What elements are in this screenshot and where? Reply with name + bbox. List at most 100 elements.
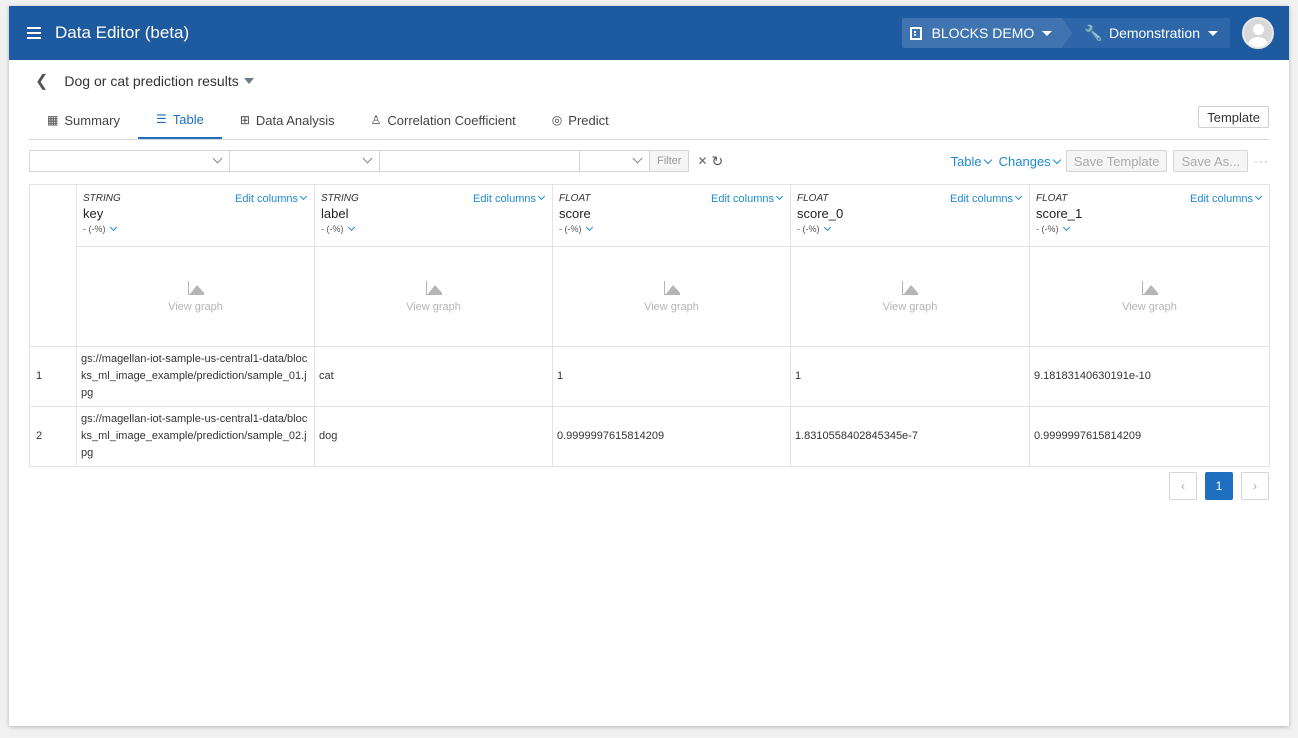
null-pct: - (-%) (1036, 224, 1059, 234)
view-graph-label: View graph (406, 300, 461, 313)
cell-label[interactable]: cat (314, 346, 553, 407)
tab-summary[interactable]: ▦ Summary (29, 101, 138, 139)
view-graph-cell[interactable]: View graph (790, 246, 1030, 347)
chevron-down-icon (632, 153, 643, 164)
next-page-button[interactable]: › (1241, 472, 1269, 500)
null-pct-dropdown[interactable]: - (-%) (83, 223, 308, 234)
column-name: score (559, 206, 591, 221)
edit-columns-link[interactable]: Edit columns (711, 192, 784, 205)
edit-columns-label: Edit columns (950, 193, 1013, 205)
view-graph-cell[interactable]: View graph (314, 246, 553, 347)
cell-score[interactable]: 0.9999997615814209 (552, 406, 791, 467)
project-selector-button[interactable]: 🔧 Demonstration (1062, 18, 1230, 48)
filter-button[interactable]: Filter (649, 150, 690, 172)
chevron-down-icon (823, 223, 831, 232)
clear-filter-icon[interactable]: ✕ (697, 154, 707, 168)
edit-columns-link[interactable]: Edit columns (473, 192, 546, 205)
chevron-down-icon (347, 223, 355, 232)
condition-select[interactable] (579, 150, 649, 172)
wrench-icon: 🔧 (1084, 25, 1103, 42)
view-graph-cell[interactable]: View graph (1029, 246, 1270, 347)
area-chart-icon (663, 280, 680, 295)
save-as-button[interactable]: Save As... (1173, 150, 1248, 172)
operator-select[interactable] (229, 150, 379, 172)
table-row: 1 gs://magellan-iot-sample-us-central1-d… (29, 346, 1270, 407)
edit-columns-link[interactable]: Edit columns (235, 192, 308, 205)
chevron-down-icon (1254, 192, 1263, 201)
null-pct-dropdown[interactable]: - (-%) (321, 223, 546, 234)
cell-score-0[interactable]: 1.8310558402845345e-7 (790, 406, 1030, 467)
column-header: FLOAT score - (-%) Edit columns (552, 184, 791, 247)
template-button[interactable]: Template (1198, 106, 1269, 128)
cell-score-1[interactable]: 9.18183140630191e-10 (1029, 346, 1270, 407)
org-selector-button[interactable]: BLOCKS DEMO (901, 18, 1072, 48)
building-icon (909, 26, 922, 40)
dataset-title[interactable]: Dog or cat prediction results (64, 73, 238, 89)
view-graph-label: View graph (1122, 300, 1177, 313)
filter-value-input[interactable] (379, 150, 579, 172)
cell-label[interactable]: dog (314, 406, 553, 467)
chevron-down-icon (537, 192, 546, 201)
row-index: 2 (29, 406, 77, 467)
view-graph-label: View graph (168, 300, 223, 313)
column-name: key (83, 206, 104, 221)
tab-table[interactable]: ☰ Table (137, 101, 222, 139)
dataset-dropdown-icon[interactable] (243, 78, 254, 84)
chevron-down-icon (585, 223, 593, 232)
view-graph-label: View graph (644, 300, 699, 313)
prev-page-button[interactable]: ‹ (1169, 472, 1197, 500)
save-template-button[interactable]: Save Template (1065, 150, 1168, 172)
table-icon: ☰ (155, 112, 167, 126)
tab-label: Table (172, 111, 204, 127)
more-options-icon[interactable]: ··· (1254, 154, 1269, 168)
cell-key[interactable]: gs://magellan-iot-sample-us-central1-dat… (76, 346, 315, 407)
column-header: FLOAT score_0 - (-%) Edit columns (790, 184, 1030, 247)
chevron-down-icon (775, 192, 784, 201)
tab-data-analysis[interactable]: ⊞ Data Analysis (222, 101, 353, 139)
cell-score[interactable]: 1 (552, 346, 791, 407)
chevron-down-icon (299, 192, 308, 201)
cell-score-1[interactable]: 0.9999997615814209 (1029, 406, 1270, 467)
app-window: Data Editor (beta) BLOCKS DEMO 🔧 Demonst… (9, 6, 1289, 726)
edit-columns-link[interactable]: Edit columns (950, 192, 1023, 205)
view-graph-cell[interactable]: View graph (552, 246, 791, 347)
caret-down-icon (1208, 30, 1218, 36)
changes-dropdown[interactable]: Changes (998, 153, 1061, 169)
page-1-button[interactable]: 1 (1205, 472, 1233, 500)
data-table: STRING key - (-%) Edit columns STRING la… (29, 184, 1270, 467)
project-label: Demonstration (1108, 25, 1200, 41)
null-pct-dropdown[interactable]: - (-%) (559, 223, 784, 234)
cell-key[interactable]: gs://magellan-iot-sample-us-central1-dat… (76, 406, 315, 467)
column-header: FLOAT score_1 - (-%) Edit columns (1029, 184, 1270, 247)
null-pct: - (-%) (321, 224, 344, 234)
edit-columns-label: Edit columns (473, 193, 536, 205)
edit-columns-label: Edit columns (235, 193, 298, 205)
index-header (29, 184, 77, 347)
chevron-down-icon (212, 153, 223, 164)
app-title: Data Editor (beta) (55, 23, 190, 42)
tab-predict[interactable]: ◎ Predict (534, 101, 627, 139)
null-pct-dropdown[interactable]: - (-%) (797, 223, 1023, 234)
back-arrow-icon[interactable]: ❮ (35, 71, 48, 91)
edit-columns-label: Edit columns (1190, 193, 1253, 205)
null-pct-dropdown[interactable]: - (-%) (1036, 223, 1263, 234)
tab-correlation-coefficient[interactable]: ♙ Correlation Coefficient (353, 101, 534, 139)
null-pct: - (-%) (83, 224, 106, 234)
changes-dropdown-label: Changes (998, 153, 1051, 169)
column-select[interactable] (29, 150, 229, 172)
edit-columns-link[interactable]: Edit columns (1190, 192, 1263, 205)
table-dropdown-label: Table (950, 153, 982, 169)
null-pct: - (-%) (797, 224, 820, 234)
tab-label: Predict (568, 112, 609, 128)
graph-row: View graph View graph View graph View gr… (30, 246, 1270, 347)
view-graph-cell[interactable]: View graph (76, 246, 315, 347)
filter-bar: Filter ✕ ↻ Table Changes Save Template S… (29, 146, 1269, 176)
hamburger-menu-icon[interactable] (27, 27, 41, 39)
cell-score-0[interactable]: 1 (790, 346, 1030, 407)
user-avatar[interactable] (1242, 17, 1274, 49)
plus-square-icon: ⊞ (239, 113, 250, 127)
area-chart-icon (425, 280, 442, 295)
refresh-icon[interactable]: ↻ (712, 153, 724, 170)
table-dropdown[interactable]: Table (950, 153, 992, 169)
area-chart-icon (1141, 280, 1158, 295)
